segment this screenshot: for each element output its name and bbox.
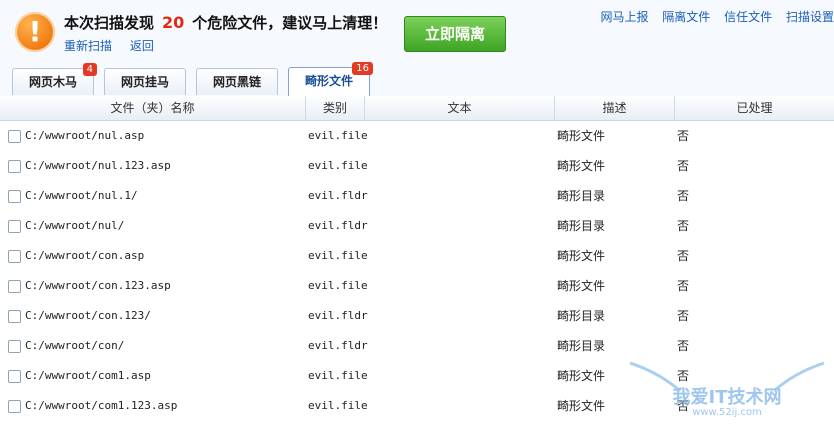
tab-malformed-files[interactable]: 畸形文件 16 bbox=[288, 62, 373, 96]
table-row[interactable]: C:/wwwroot/com1.123.asp evil.file 畸形文件 否 bbox=[0, 391, 834, 421]
file-type: evil.file bbox=[308, 159, 368, 172]
file-path: C:/wwwroot/nul.123.asp bbox=[25, 159, 171, 172]
table-row[interactable]: C:/wwwroot/con.123.asp evil.file 畸形文件 否 bbox=[0, 271, 834, 301]
danger-count: 20 bbox=[162, 13, 185, 32]
table-row[interactable]: C:/wwwroot/com1.asp evil.file 畸形文件 否 bbox=[0, 361, 834, 391]
tab-web-hijack[interactable]: 网页挂马 bbox=[104, 68, 186, 95]
file-handled: 否 bbox=[677, 279, 690, 293]
category-tabs: 网页木马 4 网页挂马 网页黑链 畸形文件 16 bbox=[0, 62, 834, 97]
row-checkbox[interactable] bbox=[8, 280, 21, 293]
col-name[interactable]: 文件（夹）名称 bbox=[0, 96, 306, 120]
file-type: evil.file bbox=[308, 279, 368, 292]
file-desc: 畸形文件 bbox=[557, 159, 606, 173]
file-desc: 畸形目录 bbox=[557, 309, 606, 323]
file-handled: 否 bbox=[677, 159, 690, 173]
file-path: C:/wwwroot/con.123/ bbox=[25, 309, 151, 322]
tab-label: 网页黑链 bbox=[212, 75, 261, 89]
row-checkbox[interactable] bbox=[8, 370, 21, 383]
file-desc: 畸形目录 bbox=[557, 189, 606, 203]
headline-suffix: 个危险文件，建议马上清理！ bbox=[192, 14, 388, 32]
file-type: evil.file bbox=[308, 399, 368, 412]
trusted-files-link[interactable]: 信任文件 bbox=[724, 10, 772, 24]
file-desc: 畸形文件 bbox=[557, 399, 606, 413]
file-handled: 否 bbox=[677, 189, 690, 203]
table-row[interactable]: C:/wwwroot/nul.asp evil.file 畸形文件 否 bbox=[0, 121, 834, 151]
file-desc: 畸形文件 bbox=[557, 279, 606, 293]
warning-icon: ! bbox=[15, 12, 55, 52]
file-type: evil.file bbox=[308, 249, 368, 262]
file-handled: 否 bbox=[677, 249, 690, 263]
tab-badge: 16 bbox=[352, 62, 373, 75]
col-handled[interactable]: 已处理 bbox=[675, 96, 834, 120]
tab-web-trojan[interactable]: 网页木马 4 bbox=[12, 63, 97, 95]
file-desc: 畸形目录 bbox=[557, 219, 606, 233]
file-type: evil.fldr bbox=[308, 189, 368, 202]
table-row[interactable]: C:/wwwroot/con.asp evil.file 畸形文件 否 bbox=[0, 241, 834, 271]
file-path: C:/wwwroot/nul.1/ bbox=[25, 189, 138, 202]
row-checkbox[interactable] bbox=[8, 130, 21, 143]
file-type: evil.file bbox=[308, 369, 368, 382]
headline-prefix: 本次扫描发现 bbox=[64, 14, 155, 32]
row-checkbox[interactable] bbox=[8, 160, 21, 173]
row-checkbox[interactable] bbox=[8, 340, 21, 353]
row-checkbox[interactable] bbox=[8, 250, 21, 263]
isolate-now-button[interactable]: 立即隔离 bbox=[404, 16, 506, 52]
tab-label: 畸形文件 bbox=[304, 74, 353, 88]
file-desc: 畸形文件 bbox=[557, 129, 606, 143]
file-handled: 否 bbox=[677, 369, 690, 383]
scan-result-header: ! 本次扫描发现 20 个危险文件，建议马上清理！ 重新扫描 返回 立即隔离 网马上… bbox=[0, 0, 834, 62]
quarantine-files-link[interactable]: 隔离文件 bbox=[662, 10, 710, 24]
col-type[interactable]: 类别 bbox=[306, 96, 365, 120]
tab-badge: 4 bbox=[82, 63, 97, 76]
file-type: evil.fldr bbox=[308, 219, 368, 232]
file-type: evil.fldr bbox=[308, 339, 368, 352]
file-handled: 否 bbox=[677, 219, 690, 233]
tab-label: 网页木马 bbox=[28, 75, 77, 89]
scan-headline: 本次扫描发现 20 个危险文件，建议马上清理！ bbox=[64, 12, 387, 33]
table-row[interactable]: C:/wwwroot/nul.1/ evil.fldr 畸形目录 否 bbox=[0, 181, 834, 211]
row-checkbox[interactable] bbox=[8, 310, 21, 323]
table-row[interactable]: C:/wwwroot/nul.123.asp evil.file 畸形文件 否 bbox=[0, 151, 834, 181]
table-header: 文件（夹）名称 类别 文本 描述 已处理 bbox=[0, 96, 834, 121]
file-handled: 否 bbox=[677, 339, 690, 353]
file-handled: 否 bbox=[677, 309, 690, 323]
file-path: C:/wwwroot/con/ bbox=[25, 339, 125, 352]
header-sublinks: 重新扫描 返回 bbox=[64, 37, 168, 54]
row-checkbox[interactable] bbox=[8, 190, 21, 203]
file-path: C:/wwwroot/com1.asp bbox=[25, 369, 151, 382]
top-links: 网马上报 隔离文件 信任文件 扫描设置 bbox=[590, 8, 834, 25]
file-handled: 否 bbox=[677, 399, 690, 413]
file-desc: 畸形文件 bbox=[557, 249, 606, 263]
col-desc[interactable]: 描述 bbox=[555, 96, 675, 120]
file-handled: 否 bbox=[677, 129, 690, 143]
file-path: C:/wwwroot/com1.123.asp bbox=[25, 399, 178, 412]
tab-web-blacklink[interactable]: 网页黑链 bbox=[196, 68, 278, 95]
file-desc: 畸形文件 bbox=[557, 369, 606, 383]
table-row[interactable]: C:/wwwroot/nul/ evil.fldr 畸形目录 否 bbox=[0, 211, 834, 241]
file-path: C:/wwwroot/nul/ bbox=[25, 219, 125, 232]
row-checkbox[interactable] bbox=[8, 400, 21, 413]
tab-label: 网页挂马 bbox=[120, 75, 169, 89]
table-row[interactable]: C:/wwwroot/con/ evil.fldr 畸形目录 否 bbox=[0, 331, 834, 361]
report-trojan-link[interactable]: 网马上报 bbox=[600, 10, 648, 24]
file-path: C:/wwwroot/nul.asp bbox=[25, 129, 145, 142]
file-desc: 畸形目录 bbox=[557, 339, 606, 353]
table-row[interactable]: C:/wwwroot/con.123/ evil.fldr 畸形目录 否 bbox=[0, 301, 834, 331]
row-checkbox[interactable] bbox=[8, 220, 21, 233]
file-type: evil.file bbox=[308, 129, 368, 142]
back-link[interactable]: 返回 bbox=[130, 39, 154, 53]
rescan-link[interactable]: 重新扫描 bbox=[64, 39, 112, 53]
file-path: C:/wwwroot/con.asp bbox=[25, 249, 145, 262]
file-table-body: C:/wwwroot/nul.asp evil.file 畸形文件 否 C:/w… bbox=[0, 121, 834, 430]
file-type: evil.fldr bbox=[308, 309, 368, 322]
col-text[interactable]: 文本 bbox=[365, 96, 555, 120]
scan-settings-link[interactable]: 扫描设置 bbox=[786, 10, 834, 24]
file-path: C:/wwwroot/con.123.asp bbox=[25, 279, 171, 292]
